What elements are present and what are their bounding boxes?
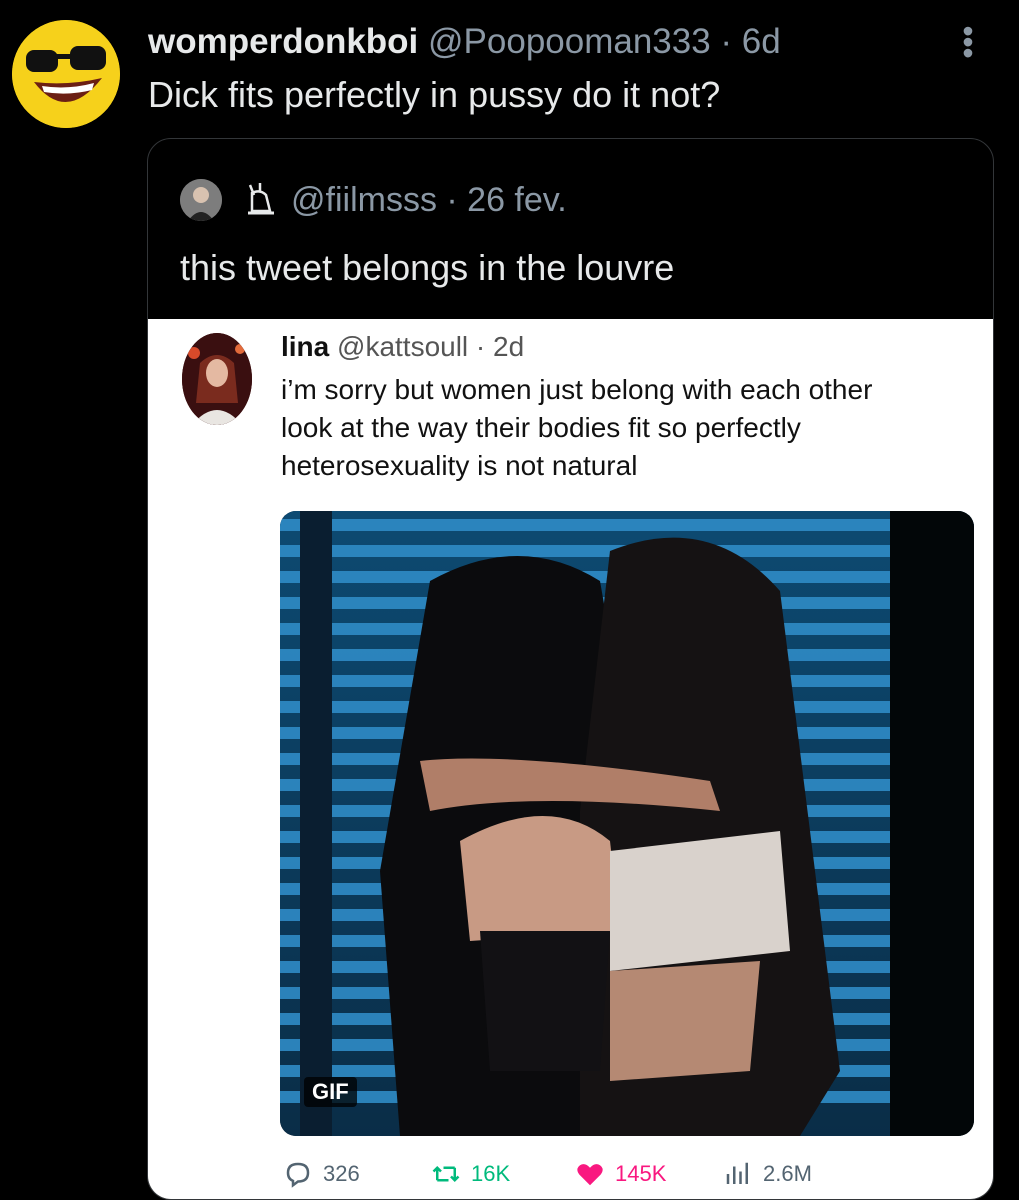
embedded-author-avatar <box>182 333 252 425</box>
embedded-handle-time: @kattsoull · 2d <box>337 331 525 362</box>
embedded-tweet-text: i’m sorry but women just belong with eac… <box>281 371 872 485</box>
embedded-action-bar: 326 16K 145K 2.6M <box>283 1157 983 1191</box>
views-icon <box>726 1162 748 1184</box>
quoted-tweet-card[interactable]: @fiilmsss · 26 fev. this tweet belongs i… <box>147 138 994 1200</box>
embedded-line: look at the way their bodies fit so perf… <box>281 412 801 443</box>
embedded-header: lina @kattsoull · 2d <box>281 331 524 363</box>
views-action: 2.6M <box>723 1157 812 1191</box>
author-handle-time[interactable]: @Poopooman333 · 6d <box>428 22 781 61</box>
views-count: 2.6M <box>763 1161 812 1186</box>
reply-count: 326 <box>323 1161 360 1186</box>
quoted-handle-time[interactable]: @fiilmsss · 26 fev. <box>291 181 567 220</box>
tweet-header: womperdonkboi @Poopooman333 · 6d <box>148 22 781 62</box>
repost-action: 16K <box>431 1157 510 1191</box>
like-icon <box>577 1164 603 1186</box>
quoted-author-avatar[interactable] <box>180 179 222 221</box>
person-photo-icon <box>180 179 222 221</box>
like-count: 145K <box>615 1161 667 1186</box>
quoted-tweet-text: this tweet belongs in the louvre <box>180 247 675 288</box>
bust-badge-icon <box>248 183 274 215</box>
laughing-sunglasses-emoji-icon <box>12 20 120 128</box>
embedded-gif-media[interactable]: GIF <box>280 511 974 1136</box>
reply-icon <box>286 1162 310 1188</box>
repost-count: 16K <box>471 1161 511 1186</box>
embedded-line: i’m sorry but women just belong with eac… <box>281 374 873 405</box>
repost-icon <box>432 1165 460 1183</box>
author-name[interactable]: womperdonkboi <box>148 22 418 61</box>
embrace-scene-image <box>280 511 974 1136</box>
more-icon[interactable]: • • • <box>958 15 978 69</box>
gif-badge: GIF <box>304 1077 357 1107</box>
reply-action: 326 <box>283 1157 360 1191</box>
like-action: 145K <box>575 1157 666 1191</box>
embedded-author-name: lina <box>281 331 330 362</box>
author-avatar[interactable] <box>12 20 120 128</box>
embedded-tweet-screenshot[interactable]: lina @kattsoull · 2d i’m sorry but women… <box>148 319 993 1199</box>
person-photo-icon <box>182 333 252 425</box>
tweet-text: Dick fits perfectly in pussy do it not? <box>148 74 721 115</box>
embedded-line: heterosexuality is not natural <box>281 450 638 481</box>
